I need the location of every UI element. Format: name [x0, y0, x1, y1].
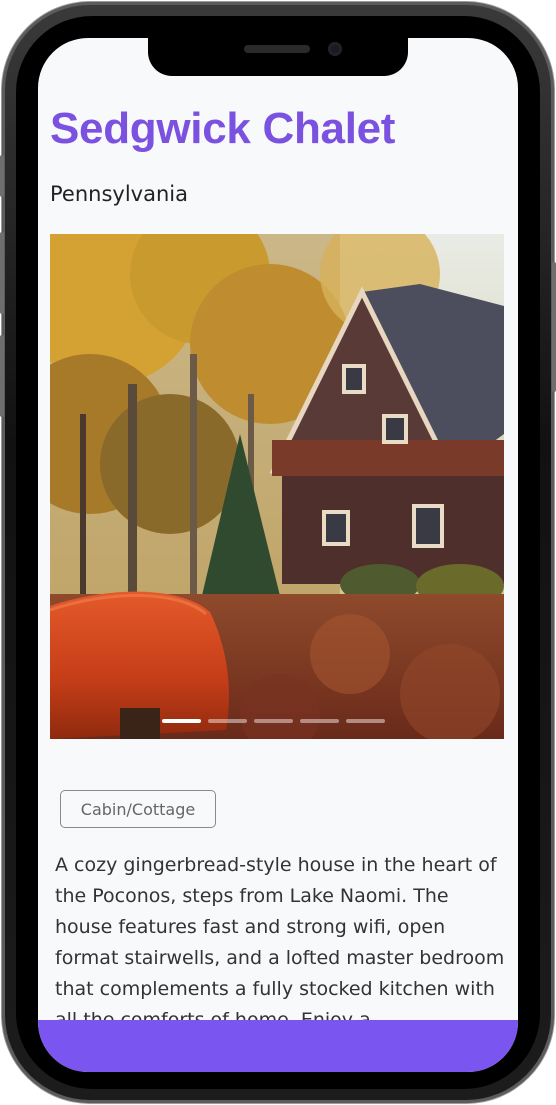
- phone-notch: [148, 38, 408, 76]
- mute-switch: [0, 155, 4, 197]
- category-badge: Cabin/Cottage: [60, 790, 216, 828]
- front-camera-icon: [328, 42, 342, 56]
- listing-location: Pennsylvania: [50, 182, 188, 206]
- listing-photo: [50, 234, 504, 739]
- carousel-dot[interactable]: [162, 719, 201, 723]
- carousel-dot[interactable]: [346, 719, 385, 723]
- volume-down-button: [0, 335, 4, 417]
- carousel-dot[interactable]: [254, 719, 293, 723]
- power-button: [552, 262, 556, 392]
- carousel-dot[interactable]: [300, 719, 339, 723]
- listing-description: A cozy gingerbread-style house in the he…: [55, 854, 505, 1031]
- listing-title: Sedgwick Chalet: [50, 104, 396, 153]
- bottom-action-bar[interactable]: [38, 1020, 518, 1072]
- photo-carousel[interactable]: [50, 234, 504, 739]
- carousel-indicator[interactable]: [162, 719, 385, 723]
- speaker-grille: [244, 45, 310, 53]
- volume-up-button: [0, 232, 4, 314]
- phone-screen: Sedgwick Chalet Pennsylvania Cabin/Cotta…: [38, 38, 518, 1072]
- carousel-dot[interactable]: [208, 719, 247, 723]
